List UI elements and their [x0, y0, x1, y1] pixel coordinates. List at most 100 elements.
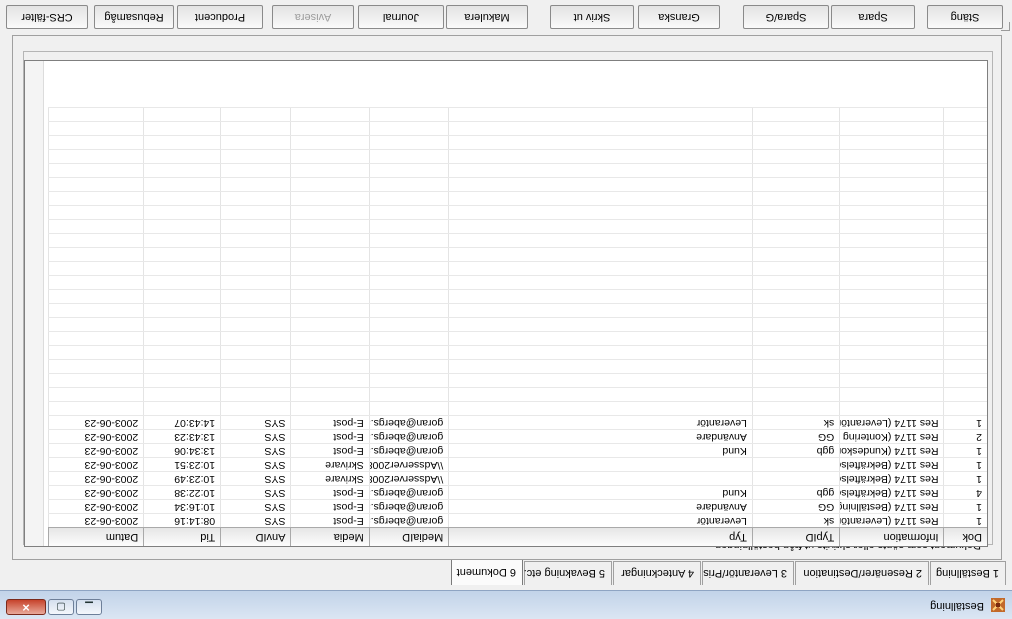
producent-button[interactable]: Producent [177, 5, 263, 29]
empty-cell [220, 191, 291, 206]
crs-falter-button[interactable]: CRS-fälter [6, 5, 88, 29]
table-row[interactable] [48, 247, 987, 262]
spara-g-button[interactable]: Spara/G [743, 5, 829, 29]
empty-cell [448, 135, 753, 150]
empty-cell [944, 205, 987, 220]
button-label: Spara [858, 11, 888, 23]
empty-cell [839, 205, 944, 220]
table-row[interactable] [48, 289, 987, 304]
column-header[interactable]: Datum [48, 527, 144, 546]
table-row[interactable]: 1Res 1174 (Beställningsjournal)GGAnvända… [48, 499, 987, 514]
table-cell [448, 457, 753, 472]
table-cell: 1 [944, 457, 987, 472]
makulera-button[interactable]: Makulera [446, 5, 528, 29]
table-row[interactable] [48, 219, 987, 234]
tab-anteckningar[interactable]: 4 Anteckningar [613, 561, 701, 585]
stang-button[interactable]: Stäng [927, 5, 1003, 29]
table-cell: 2 [944, 429, 987, 444]
empty-cell [369, 121, 449, 136]
table-row[interactable] [48, 177, 987, 192]
column-header[interactable]: Media [291, 527, 370, 546]
table-row[interactable] [48, 359, 987, 374]
table-row[interactable] [48, 317, 987, 332]
tab-bestallning[interactable]: 1 Beställning [930, 561, 1006, 585]
table-row[interactable]: 4Res 1174 (Bekräftelse utan summa (Aland… [48, 485, 987, 500]
skriv-ut-button[interactable]: Skriv ut [550, 5, 634, 29]
table-row[interactable] [48, 191, 987, 206]
table-row[interactable] [48, 261, 987, 276]
table-cell: 10:16:34 [143, 499, 221, 514]
empty-cell [944, 303, 987, 318]
tab-resenarer[interactable]: 2 Resenärer/Destination [795, 561, 929, 585]
table-row[interactable] [48, 387, 987, 402]
table-row[interactable]: 1Res 1174 (Leverantörsmeddelande)skLever… [48, 415, 987, 430]
rebusamag-button[interactable]: Rebusamåg [94, 5, 174, 29]
empty-cell [369, 303, 449, 318]
empty-cell [448, 289, 753, 304]
empty-cell [143, 149, 221, 164]
table-row[interactable] [48, 163, 987, 178]
table-row[interactable] [48, 135, 987, 150]
tab-dokument[interactable]: 6 Dokument [451, 558, 523, 585]
button-label: Skriv ut [573, 11, 611, 23]
table-row[interactable] [48, 303, 987, 318]
empty-cell [944, 387, 987, 402]
table-row[interactable] [48, 107, 987, 122]
table-row[interactable] [48, 401, 987, 416]
column-header[interactable]: Tid [143, 527, 221, 546]
button-label: Stäng [950, 11, 980, 23]
column-header[interactable]: AnvID [220, 527, 291, 546]
table-row[interactable] [48, 331, 987, 346]
table-row[interactable] [48, 121, 987, 136]
column-header[interactable]: Typ [448, 527, 753, 546]
table-cell: 2003-06-23 [48, 429, 144, 444]
spara-button[interactable]: Spara [831, 5, 915, 29]
empty-cell [48, 289, 144, 304]
close-button[interactable]: ✕ [6, 599, 46, 615]
maximize-button[interactable]: ▢ [48, 599, 74, 615]
empty-cell [839, 275, 944, 290]
column-header[interactable]: Dok [944, 527, 987, 546]
table-row[interactable]: 1Res 1174 (Bekräftelse (Ciy Travel)) \\Ad… [48, 457, 987, 472]
granska-button[interactable]: Granska [638, 5, 720, 29]
table-row[interactable] [48, 275, 987, 290]
empty-cell [448, 191, 753, 206]
table-row[interactable]: 2Res 1174 (Kontering av viss beställning… [48, 429, 987, 444]
empty-cell [143, 219, 221, 234]
documents-table: Dok Information TypID Typ MediaID Media AnvID T… [48, 107, 987, 546]
empty-cell [291, 219, 370, 234]
empty-cell [369, 261, 449, 276]
tab-bevakning[interactable]: 5 Bevakning etc. [524, 561, 612, 585]
button-label: Producent [194, 11, 246, 23]
table-row[interactable] [48, 205, 987, 220]
empty-cell [369, 289, 449, 304]
empty-cell [839, 373, 944, 388]
grid-scrollbar[interactable] [25, 61, 44, 546]
empty-cell [944, 373, 987, 388]
empty-cell [448, 275, 753, 290]
table-row[interactable]: 1Res 1174 (Kundeskonta på order)ggbKundg… [48, 443, 987, 458]
empty-cell [291, 289, 370, 304]
table-cell: 10:23:49 [143, 471, 221, 486]
journal-button[interactable]: Journal [358, 5, 444, 29]
table-row[interactable] [48, 233, 987, 248]
minimize-button[interactable]: ▁ [76, 599, 102, 615]
table-row[interactable] [48, 373, 987, 388]
table-row[interactable]: 1Res 1174 (Leverantörsmeddelande)skLever… [48, 513, 987, 528]
column-header[interactable]: Information [839, 527, 944, 546]
empty-cell [369, 149, 449, 164]
table-cell: 1 [944, 471, 987, 486]
table-row[interactable] [48, 149, 987, 164]
empty-cell [752, 107, 840, 122]
empty-cell [839, 331, 944, 346]
column-header[interactable]: TypID [752, 527, 840, 546]
column-header[interactable]: MediaID [369, 527, 449, 546]
table-cell: 4 [944, 485, 987, 500]
empty-cell [944, 261, 987, 276]
empty-cell [944, 219, 987, 234]
empty-cell [48, 107, 144, 122]
table-row[interactable]: 1Res 1174 (Bekräftelse (Ciy Travel)) \\Ad… [48, 471, 987, 486]
table-row[interactable] [48, 345, 987, 360]
empty-cell [220, 205, 291, 220]
tab-leverantor[interactable]: 3 Leverantör/Pris [702, 561, 794, 585]
